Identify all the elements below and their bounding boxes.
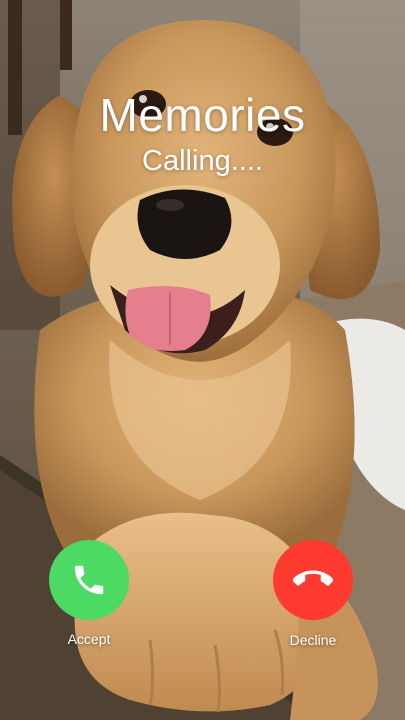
decline-label: Decline — [289, 632, 337, 648]
accept-label: Accept — [67, 631, 111, 647]
caller-name: Memories — [99, 89, 306, 141]
phone-icon — [74, 565, 104, 595]
hang-up-icon — [293, 570, 333, 586]
incoming-call-screen: Memories Calling.... Accept Decline — [0, 0, 405, 720]
caller-info: Memories Calling.... — [0, 88, 405, 178]
accept-button[interactable] — [49, 540, 129, 620]
call-status: Calling.... — [142, 145, 263, 177]
decline-button[interactable] — [273, 540, 353, 620]
